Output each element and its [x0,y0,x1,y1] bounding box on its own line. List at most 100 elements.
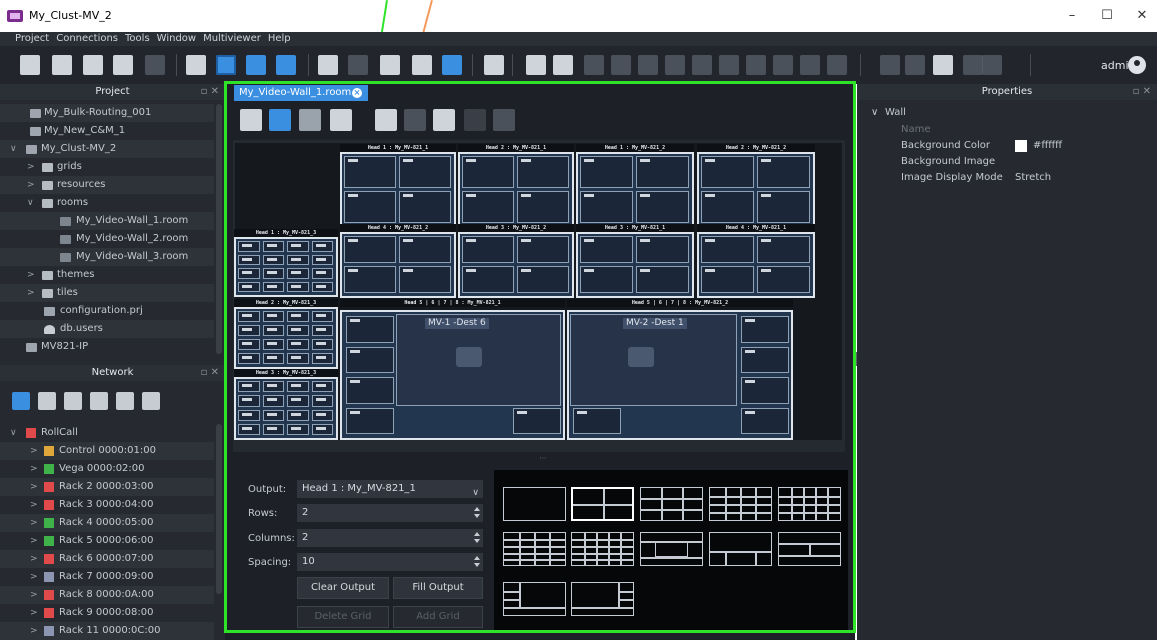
align-right-icon[interactable] [638,55,658,75]
mini-monitor-window[interactable] [311,381,333,393]
folder-item[interactable]: > themes [0,266,214,284]
chevron-right-icon[interactable]: > [27,266,35,284]
head-tile[interactable] [576,152,694,228]
network-item[interactable]: > Rack 8 0000:0A:00 [0,586,214,604]
background-color-swatch[interactable] [1015,140,1027,152]
align-center-icon[interactable] [611,55,631,75]
layout-1x1[interactable] [503,487,566,521]
mini-monitor-window[interactable] [311,281,333,292]
mini-monitor-window[interactable] [262,311,284,322]
menu-connections[interactable]: Connections [56,32,118,46]
chevron-right-icon[interactable]: > [27,176,35,194]
network-item[interactable]: > Rack 9 0000:08:00 [0,604,214,622]
chevron-right-icon[interactable]: > [30,532,38,550]
mini-monitor-window[interactable] [636,266,689,293]
mini-monitor-window[interactable] [513,407,561,434]
chevron-right-icon[interactable]: > [30,514,38,532]
mini-monitor-window[interactable] [580,156,633,188]
network-item[interactable]: > Rack 11 0000:0C:00 [0,622,214,640]
folder-item[interactable]: > resources [0,176,214,194]
background-color-value[interactable]: #ffffff [1033,140,1062,151]
mini-monitor-window[interactable] [311,353,333,364]
mini-monitor-window[interactable] [757,156,810,188]
save-icon[interactable] [113,55,133,75]
mini-monitor-window[interactable] [741,407,789,434]
user-avatar-icon[interactable] [1128,56,1146,74]
edit-icon[interactable] [276,55,296,75]
add-grid-icon[interactable] [433,109,455,131]
mini-monitor-window[interactable] [741,377,789,404]
network-item[interactable]: > Rack 2 0000:03:00 [0,478,214,496]
section-toggle-icon[interactable]: ∨ [871,107,878,118]
project-item[interactable]: My_Bulk-Routing_001 [0,104,214,122]
fill-output-button[interactable]: Fill Output [393,577,483,599]
mini-monitor-window[interactable] [287,268,309,279]
mini-monitor-window[interactable] [262,254,284,265]
mini-monitor-window[interactable] [287,241,309,252]
mini-monitor-window[interactable] [399,236,451,263]
columns-stepper[interactable]: 2 [297,529,483,547]
menu-help[interactable]: Help [268,32,291,46]
mini-monitor-window[interactable] [311,325,333,336]
network-item[interactable]: > Vega 0000:02:00 [0,460,214,478]
project-item[interactable]: MV821-IP [0,338,214,356]
maximize-button[interactable]: ☐ [1092,6,1122,26]
mini-monitor-window[interactable] [757,236,810,263]
close-project-icon[interactable] [83,55,103,75]
mini-monitor-window[interactable] [238,339,260,350]
mini-monitor-window[interactable] [636,236,689,263]
head-tile[interactable] [340,232,456,298]
room-editor-icon[interactable] [216,55,236,75]
chevron-right-icon[interactable]: > [30,622,38,640]
align-middle-icon[interactable] [692,55,712,75]
head-tile[interactable] [234,307,338,369]
menu-multiviewer[interactable]: Multiviewer [203,32,261,46]
chevron-right-icon[interactable]: > [30,604,38,622]
project-item[interactable]: ∨ My_Clust-MV_2 [0,140,214,158]
stepper-arrows-icon[interactable] [474,556,480,568]
layout-editor-icon[interactable] [246,55,266,75]
network-scrollbar[interactable] [216,424,222,594]
mini-monitor-window[interactable] [287,281,309,292]
home-icon[interactable] [905,55,925,75]
zoom-icon[interactable] [404,109,426,131]
network-item[interactable]: ∨ RollCall [0,424,214,442]
add-tile-icon[interactable] [269,109,291,131]
tag-icon[interactable] [933,55,953,75]
head-tile[interactable] [697,232,815,298]
mini-monitor-window[interactable] [580,236,633,263]
mini-monitor-window[interactable] [262,353,284,364]
mini-monitor-window[interactable] [399,191,451,223]
chevron-right-icon[interactable]: > [30,568,38,586]
chevron-down-icon[interactable]: ∨ [10,140,17,158]
grid-layout-icon[interactable] [330,109,352,131]
exit-icon[interactable] [240,109,262,131]
mini-monitor-window[interactable] [262,395,284,407]
tab-video-wall-1[interactable]: My_Video-Wall_1.room × [234,85,368,101]
network-item[interactable]: > Rack 6 0000:07:00 [0,550,214,568]
mini-monitor-window[interactable] [262,339,284,350]
mini-monitor-window[interactable] [517,266,569,293]
minimize-button[interactable]: – [1057,6,1087,26]
mini-monitor-window[interactable] [262,268,284,279]
mini-monitor-window[interactable] [262,241,284,252]
unknown-icon[interactable] [963,55,983,75]
stepper-arrows-icon[interactable] [474,532,480,544]
mini-monitor-window[interactable] [399,156,451,188]
menu-tools[interactable]: Tools [125,32,150,46]
delete-grid-button[interactable]: Delete Grid [297,606,389,628]
mini-monitor-window[interactable] [287,325,309,336]
head-tile[interactable] [576,232,694,298]
mini-monitor-window[interactable] [344,236,396,263]
mini-monitor-window[interactable] [346,316,394,343]
mini-monitor-window[interactable] [238,311,260,322]
add-grid-button[interactable]: Add Grid [393,606,483,628]
tile-settings-icon[interactable] [299,109,321,131]
mini-monitor-window[interactable] [311,311,333,322]
monitor-2-icon[interactable] [553,55,573,75]
output-select[interactable]: Head 1 : My_MV-821_1 ∨ [297,480,483,498]
room-item[interactable]: My_Video-Wall_1.room [0,212,214,230]
rows-stepper[interactable]: 2 [297,504,483,522]
mini-monitor-window[interactable] [636,191,689,223]
grid-icon[interactable] [412,55,432,75]
